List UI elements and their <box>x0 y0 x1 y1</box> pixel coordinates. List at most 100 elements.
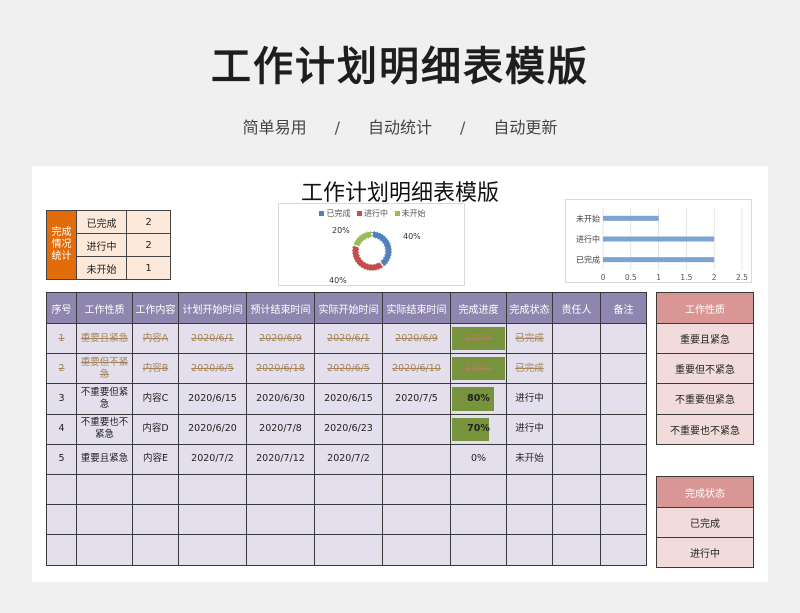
empty-cell[interactable] <box>76 504 133 536</box>
cell-note[interactable] <box>600 413 647 445</box>
empty-cell[interactable] <box>46 473 77 506</box>
cell-no[interactable]: 2 <box>46 353 77 385</box>
cell-actual-end[interactable]: 2020/6/10 <box>382 353 451 385</box>
col-header-progress[interactable]: 完成进度 <box>450 292 507 324</box>
cell-no[interactable]: 5 <box>46 443 77 475</box>
col-header-status[interactable]: 完成状态 <box>506 292 553 324</box>
cell-status[interactable]: 未开始 <box>506 443 553 475</box>
summary-label-done[interactable]: 已完成 <box>76 210 127 234</box>
empty-cell[interactable] <box>600 504 647 536</box>
cell-status[interactable]: 已完成 <box>506 353 553 385</box>
nature-item[interactable]: 不重要也不紧急 <box>656 413 754 445</box>
cell-owner[interactable] <box>552 443 601 475</box>
bar-2[interactable] <box>603 257 715 263</box>
donut-segment-done[interactable] <box>371 230 393 269</box>
empty-cell[interactable] <box>450 534 507 566</box>
empty-cell[interactable] <box>178 534 247 566</box>
cell-content[interactable]: 内容E <box>132 443 179 475</box>
cell-nature[interactable]: 重要但不紧急 <box>76 353 133 385</box>
col-header-owner[interactable]: 责任人 <box>552 292 601 324</box>
empty-cell[interactable] <box>178 504 247 536</box>
cell-nature[interactable]: 不重要也不紧急 <box>76 413 133 445</box>
empty-cell[interactable] <box>552 534 601 566</box>
donut-segment-inprogress[interactable] <box>351 243 385 272</box>
cell-progress[interactable]: 100% <box>450 353 507 385</box>
cell-plan-end[interactable]: 2020/6/18 <box>246 353 315 385</box>
empty-cell[interactable] <box>450 504 507 536</box>
bar-0[interactable] <box>603 215 659 221</box>
cell-actual-end[interactable]: 2020/6/9 <box>382 322 451 355</box>
cell-progress[interactable]: 100% <box>450 322 507 355</box>
cell-progress[interactable]: 80% <box>450 383 507 415</box>
cell-owner[interactable] <box>552 322 601 355</box>
col-header-plan-end[interactable]: 预计结束时间 <box>246 292 315 324</box>
status-item[interactable]: 进行中 <box>656 537 754 569</box>
summary-value-notstarted[interactable]: 1 <box>126 256 171 280</box>
status-item[interactable]: 已完成 <box>656 506 754 539</box>
cell-actual-end[interactable] <box>382 413 451 445</box>
cell-nature[interactable]: 重要且紧急 <box>76 443 133 475</box>
col-header-nature[interactable]: 工作性质 <box>76 292 133 324</box>
cell-plan-end[interactable]: 2020/7/12 <box>246 443 315 475</box>
cell-plan-start[interactable]: 2020/7/2 <box>178 443 247 475</box>
cell-owner[interactable] <box>552 383 601 415</box>
cell-actual-start[interactable]: 2020/6/5 <box>314 353 383 385</box>
nature-item[interactable]: 重要但不紧急 <box>656 353 754 385</box>
cell-plan-start[interactable]: 2020/6/15 <box>178 383 247 415</box>
empty-cell[interactable] <box>552 473 601 506</box>
cell-content[interactable]: 内容C <box>132 383 179 415</box>
cell-owner[interactable] <box>552 353 601 385</box>
bar-1[interactable] <box>603 236 715 242</box>
nature-item[interactable]: 重要且紧急 <box>656 322 754 355</box>
col-header-actual-start[interactable]: 实际开始时间 <box>314 292 383 324</box>
cell-no[interactable]: 3 <box>46 383 77 415</box>
empty-cell[interactable] <box>314 504 383 536</box>
cell-actual-start[interactable]: 2020/6/15 <box>314 383 383 415</box>
cell-note[interactable] <box>600 383 647 415</box>
cell-actual-start[interactable]: 2020/7/2 <box>314 443 383 475</box>
empty-cell[interactable] <box>506 473 553 506</box>
empty-cell[interactable] <box>382 504 451 536</box>
empty-cell[interactable] <box>246 473 315 506</box>
empty-cell[interactable] <box>132 504 179 536</box>
empty-cell[interactable] <box>76 534 133 566</box>
cell-plan-end[interactable]: 2020/6/9 <box>246 322 315 355</box>
cell-content[interactable]: 内容A <box>132 322 179 355</box>
empty-cell[interactable] <box>178 473 247 506</box>
cell-note[interactable] <box>600 443 647 475</box>
donut-chart[interactable]: 已完成 进行中 未开始 40% 40% 20% <box>278 203 465 286</box>
col-header-actual-end[interactable]: 实际结束时间 <box>382 292 451 324</box>
col-header-plan-start[interactable]: 计划开始时间 <box>178 292 247 324</box>
cell-progress[interactable]: 70% <box>450 413 507 445</box>
cell-status[interactable]: 进行中 <box>506 413 553 445</box>
empty-cell[interactable] <box>314 534 383 566</box>
cell-progress[interactable]: 0% <box>450 443 507 475</box>
empty-cell[interactable] <box>382 473 451 506</box>
empty-cell[interactable] <box>552 504 601 536</box>
cell-no[interactable]: 4 <box>46 413 77 445</box>
status-list-header[interactable]: 完成状态 <box>656 476 754 508</box>
nature-item[interactable]: 不重要但紧急 <box>656 383 754 415</box>
cell-plan-end[interactable]: 2020/6/30 <box>246 383 315 415</box>
cell-note[interactable] <box>600 322 647 355</box>
cell-actual-start[interactable]: 2020/6/23 <box>314 413 383 445</box>
cell-nature[interactable]: 重要且紧急 <box>76 322 133 355</box>
donut-segment-notstarted[interactable] <box>352 230 373 248</box>
cell-plan-start[interactable]: 2020/6/20 <box>178 413 247 445</box>
cell-note[interactable] <box>600 353 647 385</box>
cell-content[interactable]: 内容D <box>132 413 179 445</box>
cell-status[interactable]: 已完成 <box>506 322 553 355</box>
col-header-no[interactable]: 序号 <box>46 292 77 324</box>
cell-no[interactable]: 1 <box>46 322 77 355</box>
empty-cell[interactable] <box>76 473 133 506</box>
summary-value-done[interactable]: 2 <box>126 210 171 234</box>
cell-content[interactable]: 内容B <box>132 353 179 385</box>
summary-header[interactable]: 完成情况统计 <box>46 210 77 280</box>
empty-cell[interactable] <box>314 473 383 506</box>
empty-cell[interactable] <box>246 504 315 536</box>
col-header-note[interactable]: 备注 <box>600 292 647 324</box>
empty-cell[interactable] <box>450 473 507 506</box>
empty-cell[interactable] <box>132 534 179 566</box>
empty-cell[interactable] <box>382 534 451 566</box>
cell-nature[interactable]: 不重要但紧急 <box>76 383 133 415</box>
